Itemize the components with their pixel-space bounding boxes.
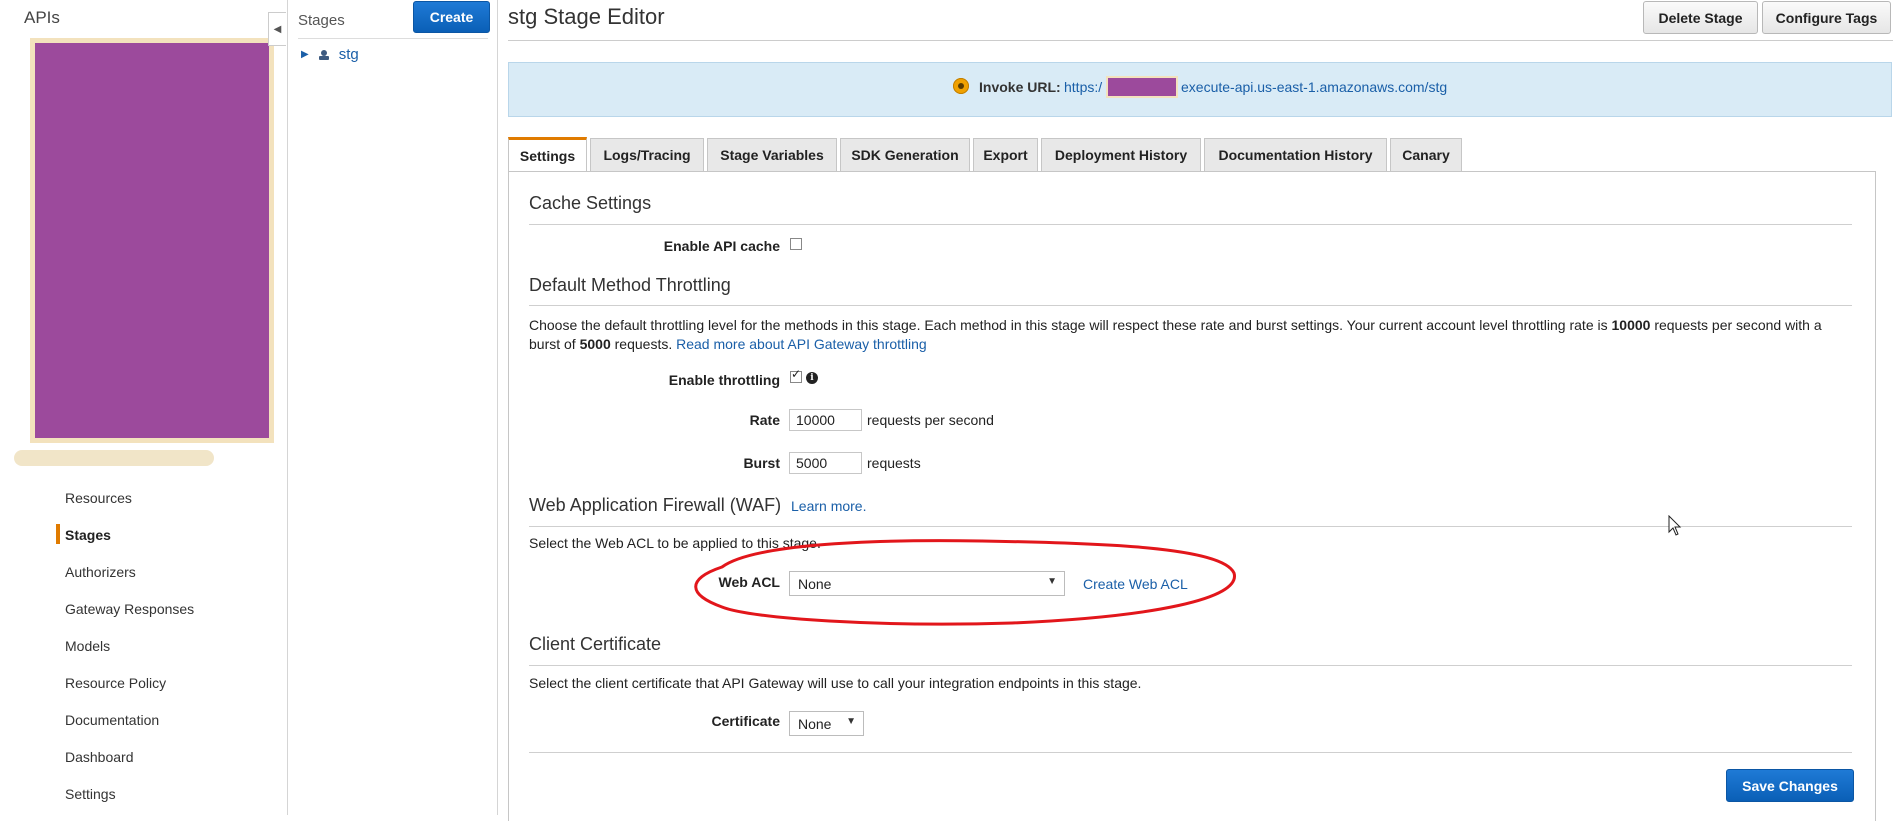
web-acl-select[interactable]: None ▼ [789, 571, 1065, 596]
client-cert-heading: Client Certificate [529, 634, 662, 654]
mouse-cursor-icon [1668, 515, 1682, 536]
invoke-url-prefix[interactable]: https:/ [1064, 79, 1102, 95]
tab-settings[interactable]: Settings [508, 137, 587, 171]
sidebar-item-dashboard[interactable]: Dashboard [65, 749, 134, 765]
sidebar-title: APIs [24, 8, 60, 27]
client-cert-description: Select the client certificate that API G… [529, 675, 1142, 691]
web-acl-selected-value: None [798, 575, 832, 592]
select-caret-icon: ▼ [846, 716, 856, 727]
sidebar-item-models[interactable]: Models [65, 638, 110, 654]
sidebar-item-gateway-responses[interactable]: Gateway Responses [65, 601, 194, 617]
account-burst-value: 5000 [579, 336, 611, 352]
delete-stage-button[interactable]: Delete Stage [1643, 1, 1758, 34]
throttling-desc-text: burst of [529, 336, 580, 352]
divider [508, 40, 1893, 41]
divider [298, 38, 488, 39]
tab-logs-tracing[interactable]: Logs/Tracing [590, 138, 704, 171]
tab-canary[interactable]: Canary [1390, 138, 1462, 171]
stages-panel: Stages Create ▶ stg [288, 0, 498, 815]
waf-learn-more-link[interactable]: Learn more. [791, 498, 866, 514]
sidebar-item-authorizers[interactable]: Authorizers [65, 564, 136, 580]
sidebar-item-resources[interactable]: Resources [65, 490, 132, 506]
nav-active-indicator [56, 524, 60, 544]
create-stage-button[interactable]: Create [413, 1, 490, 33]
waf-heading: Web Application Firewall (WAF) [529, 495, 782, 515]
enable-api-cache-checkbox[interactable] [790, 238, 802, 250]
certificate-select[interactable]: None ▼ [789, 711, 864, 736]
api-name-redacted [14, 450, 214, 466]
web-acl-label: Web ACL [718, 574, 780, 590]
divider [529, 224, 1852, 225]
select-caret-icon: ▼ [1047, 576, 1057, 587]
divider [529, 526, 1852, 527]
invoke-url-label: Invoke URL: [979, 79, 1061, 95]
burst-label: Burst [743, 455, 780, 471]
save-changes-button[interactable]: Save Changes [1726, 769, 1854, 802]
divider [529, 665, 1852, 666]
read-more-throttling-link[interactable]: Read more about API Gateway throttling [676, 336, 927, 352]
sidebar-item-documentation[interactable]: Documentation [65, 712, 159, 728]
api-redacted-block [30, 38, 274, 443]
burst-input[interactable] [789, 452, 862, 474]
divider [529, 305, 1852, 306]
create-web-acl-link[interactable]: Create Web ACL [1083, 576, 1188, 592]
cache-settings-heading: Cache Settings [529, 193, 652, 213]
info-icon[interactable]: i [806, 372, 818, 384]
burst-unit: requests [867, 455, 921, 471]
page-title: stg Stage Editor [508, 4, 665, 29]
rate-input[interactable] [789, 409, 862, 431]
rate-unit: requests per second [867, 412, 994, 428]
invoke-status-icon [953, 78, 969, 94]
throttling-heading: Default Method Throttling [529, 275, 731, 295]
throttling-desc-text: requests per second with a [1650, 317, 1822, 333]
tab-export[interactable]: Export [973, 138, 1038, 171]
api-sidebar: APIs Resources Stages Authorizers Gatewa… [0, 0, 288, 815]
throttling-desc-text: requests. [610, 336, 677, 352]
configure-tags-button[interactable]: Configure Tags [1762, 1, 1891, 34]
divider [529, 752, 1852, 753]
invoke-url-link[interactable]: execute-api.us-east-1.amazonaws.com/stg [1181, 79, 1447, 95]
stage-tree-item[interactable]: ▶ stg [301, 46, 359, 63]
enable-throttling-label: Enable throttling [668, 372, 780, 388]
throttling-desc-text: Choose the default throttling level for … [529, 317, 1612, 333]
tab-documentation-history[interactable]: Documentation History [1204, 138, 1387, 171]
tab-sdk-generation[interactable]: SDK Generation [840, 138, 970, 171]
account-rate-value: 10000 [1611, 317, 1651, 333]
enable-api-cache-label: Enable API cache [663, 238, 780, 254]
certificate-label: Certificate [711, 713, 780, 729]
throttling-description: Choose the default throttling level for … [529, 316, 1859, 354]
stage-tree-icon [318, 49, 329, 60]
invoke-url-redacted [1106, 76, 1178, 98]
tab-stage-variables[interactable]: Stage Variables [707, 138, 837, 171]
tab-deployment-history[interactable]: Deployment History [1041, 138, 1201, 171]
sidebar-item-resource-policy[interactable]: Resource Policy [65, 675, 166, 691]
sidebar-item-settings[interactable]: Settings [65, 786, 116, 802]
enable-throttling-checkbox[interactable] [790, 367, 802, 383]
collapse-arrow-icon[interactable]: ◀ [268, 12, 286, 46]
stage-name[interactable]: stg [339, 46, 359, 63]
stages-title: Stages [298, 12, 345, 29]
certificate-selected-value: None [798, 715, 832, 732]
expand-arrow-icon[interactable]: ▶ [301, 49, 309, 60]
rate-label: Rate [749, 412, 780, 428]
sidebar-item-stages[interactable]: Stages [65, 527, 111, 543]
waf-description: Select the Web ACL to be applied to this… [529, 535, 821, 551]
